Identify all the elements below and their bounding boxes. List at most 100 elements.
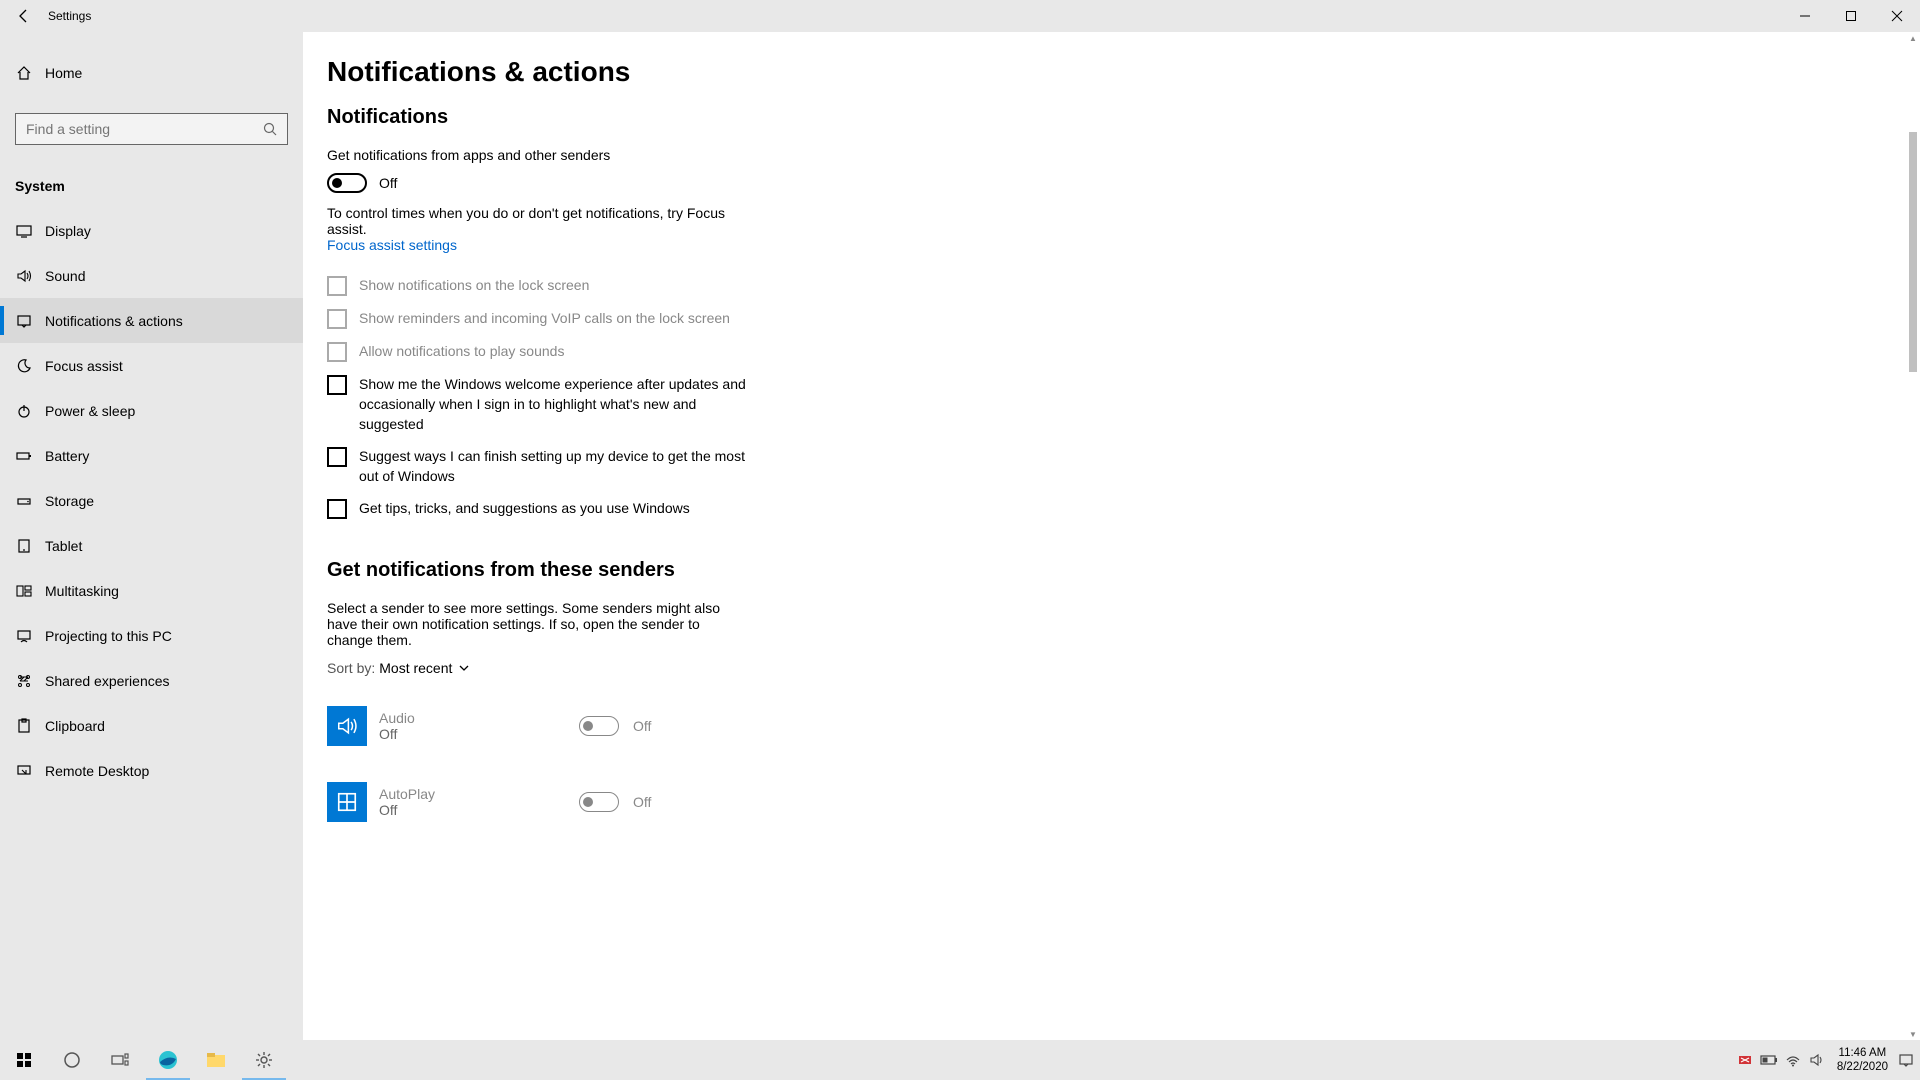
page-title: Notifications & actions [327,56,1920,88]
tray-date: 8/22/2020 [1837,1060,1888,1074]
nav-projecting[interactable]: Projecting to this PC [0,613,303,658]
maximize-button[interactable] [1828,0,1874,32]
focus-assist-hint: To control times when you do or don't ge… [327,205,747,237]
taskbar: 11:46 AM 8/22/2020 [0,1040,1920,1080]
checkbox[interactable] [327,447,347,467]
check-lockscreen-reminders: Show reminders and incoming VoIP calls o… [327,308,747,329]
nav-label: Focus assist [45,358,123,374]
remote-desktop-icon [15,762,33,780]
scrollbar[interactable]: ▲ ▼ [1904,32,1920,1040]
nav-label: Projecting to this PC [45,628,172,644]
section-notifications: Notifications [327,106,1920,129]
sender-audio-toggle[interactable] [579,716,619,736]
notifications-icon [15,312,33,330]
check-lockscreen-notifications: Show notifications on the lock screen [327,275,747,296]
check-label: Show me the Windows welcome experience a… [359,374,747,434]
shared-icon [15,672,33,690]
scrollbar-thumb[interactable] [1909,132,1917,372]
sender-audio[interactable]: Audio Off Off [327,694,1920,758]
nav-home[interactable]: Home [0,50,303,95]
multitasking-icon [15,582,33,600]
focus-assist-link[interactable]: Focus assist settings [327,237,1920,253]
search-field[interactable] [26,121,263,137]
notifications-toggle-state: Off [379,175,397,191]
nav-storage[interactable]: Storage [0,478,303,523]
task-view-button[interactable] [96,1040,144,1080]
sender-toggle-label: Off [633,718,651,734]
display-icon [15,222,33,240]
sender-toggle-label: Off [633,794,651,810]
taskbar-edge[interactable] [144,1040,192,1080]
nav-power-sleep[interactable]: Power & sleep [0,388,303,433]
nav-sound[interactable]: Sound [0,253,303,298]
check-play-sounds: Allow notifications to play sounds [327,341,747,362]
nav-display[interactable]: Display [0,208,303,253]
sender-autoplay-toggle[interactable] [579,792,619,812]
nav-tablet[interactable]: Tablet [0,523,303,568]
check-welcome-experience[interactable]: Show me the Windows welcome experience a… [327,374,747,434]
sidebar: Home System Display Sound Notifications … [0,32,303,1040]
storage-icon [15,492,33,510]
check-label: Show reminders and incoming VoIP calls o… [359,308,730,328]
search-icon [263,122,277,136]
checkbox[interactable] [327,375,347,395]
check-label: Get tips, tricks, and suggestions as you… [359,498,690,518]
tray-battery-icon[interactable] [1757,1040,1781,1080]
window-title: Settings [48,9,91,23]
checkbox [327,309,347,329]
nav-label: Tablet [45,538,82,554]
sort-value: Most recent [379,660,452,676]
notifications-toggle[interactable] [327,173,367,193]
nav-clipboard[interactable]: Clipboard [0,703,303,748]
sender-name: Audio [379,710,579,726]
power-icon [15,402,33,420]
close-button[interactable] [1874,0,1920,32]
nav-label: Notifications & actions [45,313,183,329]
tray-volume-icon[interactable] [1805,1040,1829,1080]
nav-shared-experiences[interactable]: Shared experiences [0,658,303,703]
nav-remote-desktop[interactable]: Remote Desktop [0,748,303,793]
back-button[interactable] [0,0,48,32]
titlebar: Settings [0,0,1920,32]
scroll-up-icon[interactable]: ▲ [1909,34,1917,42]
check-tips-tricks[interactable]: Get tips, tricks, and suggestions as you… [327,498,747,519]
check-label: Suggest ways I can finish setting up my … [359,446,747,486]
search-input[interactable] [15,113,288,145]
minimize-button[interactable] [1782,0,1828,32]
cortana-button[interactable] [48,1040,96,1080]
tray-security-icon[interactable] [1733,1040,1757,1080]
nav-label: Battery [45,448,89,464]
clipboard-icon [15,717,33,735]
check-label: Show notifications on the lock screen [359,275,589,295]
sender-autoplay[interactable]: AutoPlay Off Off [327,770,1920,834]
projecting-icon [15,627,33,645]
moon-icon [15,357,33,375]
nav-focus-assist[interactable]: Focus assist [0,343,303,388]
nav-battery[interactable]: Battery [0,433,303,478]
taskbar-settings[interactable] [240,1040,288,1080]
sort-by-dropdown[interactable]: Sort by: Most recent [327,660,1920,676]
nav-label: Shared experiences [45,673,170,689]
tablet-icon [15,537,33,555]
scroll-down-icon[interactable]: ▼ [1909,1030,1917,1038]
nav-section-system: System [0,163,303,208]
taskbar-file-explorer[interactable] [192,1040,240,1080]
nav-multitasking[interactable]: Multitasking [0,568,303,613]
nav-label: Storage [45,493,94,509]
checkbox[interactable] [327,499,347,519]
tray-action-center-icon[interactable] [1896,1040,1916,1080]
nav-label: Sound [45,268,85,284]
battery-icon [15,447,33,465]
start-button[interactable] [0,1040,48,1080]
nav-label: Clipboard [45,718,105,734]
sender-status: Off [379,802,579,818]
get-notifications-label: Get notifications from apps and other se… [327,147,747,163]
check-label: Allow notifications to play sounds [359,341,564,361]
tray-wifi-icon[interactable] [1781,1040,1805,1080]
sound-icon [15,267,33,285]
nav-notifications[interactable]: Notifications & actions [0,298,303,343]
check-finish-setup[interactable]: Suggest ways I can finish setting up my … [327,446,747,486]
chevron-down-icon [458,662,470,674]
tray-clock[interactable]: 11:46 AM 8/22/2020 [1829,1046,1896,1074]
nav-label: Multitasking [45,583,119,599]
